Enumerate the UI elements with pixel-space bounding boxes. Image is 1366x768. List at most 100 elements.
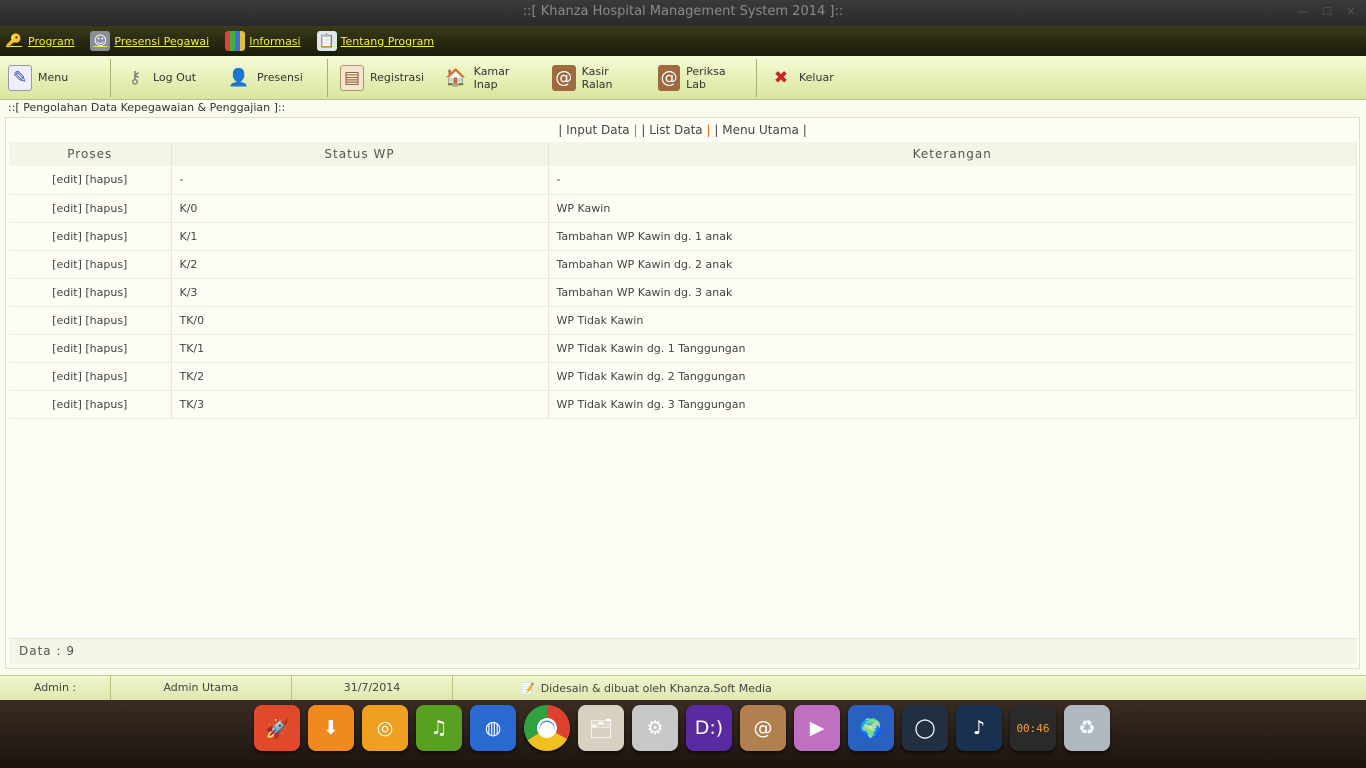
edit-link[interactable]: [edit] bbox=[52, 286, 82, 299]
edit-link[interactable]: [edit] bbox=[52, 202, 82, 215]
panel-title: ::[ Pengolahan Data Kepegawaian & Pengga… bbox=[8, 101, 286, 114]
clock-icon[interactable]: 00:46 bbox=[1010, 705, 1056, 751]
presensi-button[interactable]: 👤 Presensi bbox=[219, 56, 323, 100]
keterangan-cell: Tambahan WP Kawin dg. 3 anak bbox=[548, 278, 1357, 307]
edit-link[interactable]: [edit] bbox=[52, 173, 82, 186]
menu-button-label: Menu bbox=[38, 71, 69, 84]
credit: 📝 Didesain & dibuat oleh Khanza.Soft Med… bbox=[453, 682, 772, 695]
media-ring-icon[interactable]: ◯ bbox=[902, 705, 948, 751]
deepin-icon[interactable]: D:) bbox=[686, 705, 732, 751]
menu-tentang-program-label: Tentang Program bbox=[340, 34, 435, 48]
keys-icon: ⚷ bbox=[128, 67, 142, 88]
dock: 🚀 ⬇ ◎ ♫ ◍ ● 🗂 ⚙ D:) @ ▶ 🌍 ◯ ♪ 00:46 ♻ bbox=[0, 700, 1366, 768]
hapus-link[interactable]: [hapus] bbox=[85, 230, 127, 243]
table-row[interactable]: [edit] [hapus] - - bbox=[9, 166, 1357, 195]
menu-presensi-pegawai[interactable]: ☺ Presensi Pegawai bbox=[90, 31, 209, 51]
menu-button[interactable]: ✎ Menu bbox=[0, 56, 106, 100]
logout-button[interactable]: ⚷ Log Out bbox=[115, 56, 219, 100]
main-panel: ::[ Pengolahan Data Kepegawaian & Pengga… bbox=[0, 100, 1366, 675]
user-name: Admin Utama bbox=[111, 675, 292, 701]
edit-menu-icon: ✎ bbox=[8, 64, 32, 91]
table-row[interactable]: [edit] [hapus] TK/1 WP Tidak Kawin dg. 1 T… bbox=[9, 334, 1357, 363]
proses-cell: [edit] [hapus] bbox=[9, 250, 172, 279]
music-note-icon[interactable]: ♫ bbox=[416, 705, 462, 751]
toolbar-separator bbox=[327, 58, 328, 97]
house-icon: 🏠 bbox=[445, 67, 467, 88]
hapus-link[interactable]: [hapus] bbox=[85, 202, 127, 215]
address-book-icon[interactable]: @ bbox=[740, 705, 786, 751]
edit-link[interactable]: [edit] bbox=[52, 258, 82, 271]
minimize-icon[interactable]: — bbox=[1292, 0, 1314, 24]
edit-link[interactable]: [edit] bbox=[52, 342, 82, 355]
cashier-book-icon: @ bbox=[552, 64, 576, 91]
table-row[interactable]: [edit] [hapus] TK/0 WP Tidak Kawin bbox=[9, 306, 1357, 335]
periksa-lab-button-label: Periksa Lab bbox=[686, 64, 726, 91]
menu-informasi[interactable]: Informasi bbox=[225, 31, 301, 51]
status-wp-table: Proses Status WP Keterangan [edit] [hapu… bbox=[9, 142, 1357, 419]
hapus-link[interactable]: [hapus] bbox=[85, 314, 127, 327]
toolbar-separator bbox=[756, 58, 757, 97]
keluar-button[interactable]: ✖ Keluar bbox=[761, 56, 861, 100]
edit-link[interactable]: [edit] bbox=[52, 230, 82, 243]
column-header-status-wp: Status WP bbox=[171, 142, 549, 166]
menu-utama-link[interactable]: Menu Utama bbox=[722, 123, 799, 137]
hapus-link[interactable]: [hapus] bbox=[85, 398, 127, 411]
menu-tentang-program[interactable]: 📋 Tentang Program bbox=[316, 31, 435, 51]
proses-cell: [edit] [hapus] bbox=[9, 390, 172, 419]
edit-link[interactable]: [edit] bbox=[52, 370, 82, 383]
credit-text: Didesain & dibuat oleh Khanza.Soft Media bbox=[540, 681, 772, 695]
maximize-icon[interactable]: ☐ bbox=[1316, 0, 1338, 24]
hapus-link[interactable]: [hapus] bbox=[85, 173, 127, 186]
logout-button-label: Log Out bbox=[153, 71, 197, 84]
proses-cell: [edit] [hapus] bbox=[9, 306, 172, 335]
proses-cell: [edit] [hapus] bbox=[9, 334, 172, 363]
keterangan-cell: WP Tidak Kawin dg. 3 Tanggungan bbox=[548, 390, 1357, 419]
status-wp-cell: TK/0 bbox=[171, 306, 549, 335]
hapus-link[interactable]: [hapus] bbox=[85, 258, 127, 271]
input-data-link[interactable]: Input Data bbox=[566, 123, 630, 137]
rocket-icon[interactable]: 🚀 bbox=[254, 705, 300, 751]
proses-cell: [edit] [hapus] bbox=[9, 222, 172, 251]
table-row[interactable]: [edit] [hapus] K/2 Tambahan WP Kawin dg. 2… bbox=[9, 250, 1357, 279]
edit-link[interactable]: [edit] bbox=[52, 314, 82, 327]
installer-icon[interactable]: ⬇ bbox=[308, 705, 354, 751]
earth-icon[interactable]: 🌍 bbox=[848, 705, 894, 751]
hapus-link[interactable]: [hapus] bbox=[85, 342, 127, 355]
video-player-icon[interactable]: ▶ bbox=[794, 705, 840, 751]
kasir-ralan-button[interactable]: @ Kasir Ralan bbox=[544, 56, 650, 100]
swirl-app-icon[interactable]: ◎ bbox=[362, 705, 408, 751]
statusbar: Admin : Admin Utama 31/7/2014 📝 Didesain… bbox=[0, 675, 1366, 701]
menu-program[interactable]: 🔑 Program bbox=[4, 31, 75, 51]
keluar-button-label: Keluar bbox=[799, 71, 834, 84]
trash-icon[interactable]: ♻ bbox=[1064, 705, 1110, 751]
hapus-link[interactable]: [hapus] bbox=[85, 370, 127, 383]
table-row[interactable]: [edit] [hapus] TK/2 WP Tidak Kawin dg. 2 T… bbox=[9, 362, 1357, 391]
hapus-link[interactable]: [hapus] bbox=[85, 286, 127, 299]
status-wp-cell: TK/2 bbox=[171, 362, 549, 391]
dock-items: 🚀 ⬇ ◎ ♫ ◍ ● 🗂 ⚙ D:) @ ▶ 🌍 ◯ ♪ 00:46 ♻ bbox=[254, 705, 1118, 751]
table-row[interactable]: [edit] [hapus] K/1 Tambahan WP Kawin dg. 1… bbox=[9, 222, 1357, 251]
periksa-lab-button[interactable]: @ Periksa Lab bbox=[650, 56, 752, 100]
keterangan-cell: Tambahan WP Kawin dg. 1 anak bbox=[548, 222, 1357, 251]
table-row[interactable]: [edit] [hapus] TK/3 WP Tidak Kawin dg. 3 T… bbox=[9, 390, 1357, 419]
status-wp-cell: TK/1 bbox=[171, 334, 549, 363]
table-row[interactable]: [edit] [hapus] K/3 Tambahan WP Kawin dg. 3… bbox=[9, 278, 1357, 307]
settings-icon[interactable]: ⚙ bbox=[632, 705, 678, 751]
deepin-music-icon[interactable]: ♪ bbox=[956, 705, 1002, 751]
edit-link[interactable]: [edit] bbox=[52, 398, 82, 411]
table-row[interactable]: [edit] [hapus] K/0 WP Kawin bbox=[9, 194, 1357, 223]
kamar-inap-button[interactable]: 🏠 Kamar Inap bbox=[436, 56, 544, 100]
link-separator: | bbox=[706, 123, 711, 137]
close-window-icon[interactable]: ✕ bbox=[1340, 0, 1362, 24]
chart-icon bbox=[225, 31, 246, 51]
presensi-button-label: Presensi bbox=[257, 71, 303, 84]
globe-browser-icon[interactable]: ◍ bbox=[470, 705, 516, 751]
menubar: 🔑 Program ☺ Presensi Pegawai Informasi 📋… bbox=[0, 26, 1366, 56]
column-header-proses: Proses bbox=[9, 142, 172, 166]
registrasi-button[interactable]: ▤ Registrasi bbox=[332, 56, 436, 100]
link-separator: | bbox=[802, 123, 807, 137]
chrome-icon[interactable]: ● bbox=[524, 705, 570, 751]
link-separator: | bbox=[633, 123, 638, 137]
list-data-link[interactable]: List Data bbox=[649, 123, 702, 137]
file-manager-icon[interactable]: 🗂 bbox=[578, 705, 624, 751]
